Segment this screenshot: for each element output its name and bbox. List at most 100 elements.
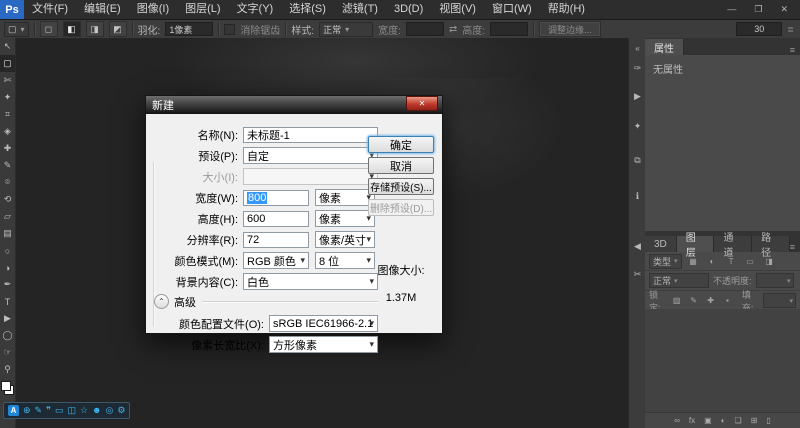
width-input[interactable]: 800 <box>243 190 309 206</box>
menu-help[interactable]: 帮助(H) <box>540 0 593 19</box>
crop-tool[interactable]: ⌗ <box>0 106 15 123</box>
selection-subtract-button[interactable]: ◨ <box>86 21 104 37</box>
ime-logo-icon[interactable]: A <box>8 405 19 416</box>
color-profile-dropdown[interactable]: sRGB IEC61966-2.1 <box>269 315 378 332</box>
filter-smartobject-icon[interactable]: ◨ <box>762 254 777 269</box>
preset-dropdown[interactable]: 自定 <box>243 147 378 164</box>
lock-position-icon[interactable]: ✚ <box>704 293 717 308</box>
style-dropdown[interactable]: 正常 <box>319 22 373 37</box>
ime-account-icon[interactable]: ☻ <box>92 403 101 418</box>
menu-image[interactable]: 图像(I) <box>129 0 177 19</box>
marquee-tool[interactable]: ▢ <box>0 55 15 72</box>
options-menu-icon[interactable]: ≣ <box>787 25 794 34</box>
fill-field[interactable] <box>763 293 796 308</box>
new-layer-icon[interactable]: ⊞ <box>751 416 758 425</box>
menu-layer[interactable]: 图层(L) <box>177 0 228 19</box>
ime-punctuation-icon[interactable]: ❞ <box>46 403 51 418</box>
name-input[interactable]: 未标题-1 <box>243 127 378 143</box>
tab-properties[interactable]: 属性 <box>645 39 684 55</box>
dialog-close-button[interactable]: ✕ <box>406 96 438 111</box>
resolution-input[interactable]: 72 <box>243 232 309 248</box>
menu-edit[interactable]: 编辑(E) <box>76 0 129 19</box>
magic-wand-tool[interactable]: ✦ <box>0 89 15 106</box>
menu-filter[interactable]: 滤镜(T) <box>334 0 386 19</box>
menu-select[interactable]: 选择(S) <box>281 0 334 19</box>
advanced-section-toggle[interactable]: ⌃ 高级 <box>154 294 378 309</box>
foreground-color-swatch[interactable] <box>1 381 11 391</box>
history-panel-icon[interactable]: ✑ <box>629 60 646 76</box>
tool-preset-dropdown[interactable]: ▢ <box>4 22 29 37</box>
selection-add-button[interactable]: ◧ <box>63 21 81 37</box>
eraser-tool[interactable]: ▱ <box>0 208 15 225</box>
delete-layer-icon[interactable]: ▯ <box>766 416 770 425</box>
width-input[interactable] <box>406 22 444 36</box>
shape-tool[interactable]: ◯ <box>0 327 15 344</box>
ime-keyboard-icon[interactable]: ▭ <box>55 403 64 418</box>
refine-edge-button[interactable]: 调整边缘... <box>539 21 601 37</box>
history-brush-tool[interactable]: ⟲ <box>0 191 15 208</box>
ime-handwrite-icon[interactable]: ✎ <box>35 403 43 418</box>
pixel-aspect-dropdown[interactable]: 方形像素 <box>269 336 378 353</box>
tab-paths[interactable]: 路径 <box>752 236 790 252</box>
pen-tool[interactable]: ✒ <box>0 276 15 293</box>
notes-panel-icon[interactable]: ◀ <box>629 238 646 254</box>
ime-settings-icon[interactable]: ⚙ <box>117 403 125 418</box>
menu-type[interactable]: 文字(Y) <box>229 0 282 19</box>
ime-skin-icon[interactable]: ◫ <box>67 403 76 418</box>
blur-tool[interactable]: ○ <box>0 242 15 259</box>
save-preset-button[interactable]: 存储预设(S)... <box>368 178 434 195</box>
lasso-tool[interactable]: ✄ <box>0 72 15 89</box>
height-input[interactable]: 600 <box>243 211 309 227</box>
selection-new-button[interactable]: ◻ <box>40 21 58 37</box>
swap-dimensions-icon[interactable]: ⇄ <box>449 24 457 35</box>
tab-3d[interactable]: 3D <box>645 236 677 252</box>
blend-mode-dropdown[interactable]: 正常 <box>649 273 709 288</box>
layer-mask-icon[interactable]: ▣ <box>704 416 712 425</box>
filter-type-dropdown[interactable]: 类型 <box>649 254 682 269</box>
selection-intersect-button[interactable]: ◩ <box>109 21 127 37</box>
actions-panel-icon[interactable]: ▶ <box>629 88 646 104</box>
app-logo-icon[interactable]: Ps <box>0 0 24 19</box>
measure-panel-icon[interactable]: ✂ <box>629 266 646 282</box>
workspace-field[interactable]: 30 <box>736 22 782 36</box>
eyedropper-tool[interactable]: ◈ <box>0 123 15 140</box>
cancel-button[interactable]: 取消 <box>368 157 434 174</box>
brush-tool[interactable]: ✎ <box>0 157 15 174</box>
layers-list[interactable] <box>645 309 800 413</box>
lock-transparent-icon[interactable]: ▨ <box>670 293 683 308</box>
path-select-tool[interactable]: ▶ <box>0 310 15 327</box>
dodge-tool[interactable]: ◑ <box>0 259 15 276</box>
menu-3d[interactable]: 3D(D) <box>386 0 431 19</box>
opacity-field[interactable] <box>756 273 794 288</box>
ok-button[interactable]: 确定 <box>368 136 434 153</box>
minimize-button[interactable]: — <box>727 4 736 15</box>
adjustment-layer-icon[interactable]: ◐ <box>721 416 726 425</box>
lock-pixels-icon[interactable]: ✎ <box>687 293 700 308</box>
filter-shape-icon[interactable]: ▭ <box>743 254 758 269</box>
styles-panel-icon[interactable]: ✦ <box>629 118 646 134</box>
ime-mode-icon[interactable]: ⊕ <box>23 403 31 418</box>
filter-adjustment-icon[interactable]: ◐ <box>705 254 720 269</box>
zoom-tool[interactable]: ⚲ <box>0 361 15 378</box>
color-mode-dropdown[interactable]: RGB 颜色 <box>243 252 309 269</box>
resolution-unit-dropdown[interactable]: 像素/英寸 <box>315 231 375 248</box>
clone-stamp-tool[interactable]: ⌾ <box>0 174 15 191</box>
height-input[interactable] <box>490 22 528 36</box>
advanced-chevron-icon[interactable]: ⌃ <box>154 294 169 309</box>
menu-view[interactable]: 视图(V) <box>431 0 484 19</box>
hand-tool[interactable]: ☞ <box>0 344 15 361</box>
color-swatches[interactable] <box>1 381 14 395</box>
tab-channels[interactable]: 通道 <box>714 236 752 252</box>
feather-input[interactable]: 1像素 <box>165 22 213 36</box>
new-group-icon[interactable]: ❏ <box>735 416 742 425</box>
filter-type-icon[interactable]: T <box>724 254 739 269</box>
healing-brush-tool[interactable]: ✚ <box>0 140 15 157</box>
type-tool[interactable]: T <box>0 293 15 310</box>
move-tool[interactable]: ↖ <box>0 38 15 55</box>
close-button[interactable]: ✕ <box>780 4 788 15</box>
clone-source-panel-icon[interactable]: ⧉ <box>629 152 646 168</box>
ime-search-icon[interactable]: ◎ <box>106 403 114 418</box>
background-dropdown[interactable]: 白色 <box>243 273 378 290</box>
ime-favorite-icon[interactable]: ☆ <box>80 403 88 418</box>
link-layers-icon[interactable]: ∞ <box>674 416 680 425</box>
